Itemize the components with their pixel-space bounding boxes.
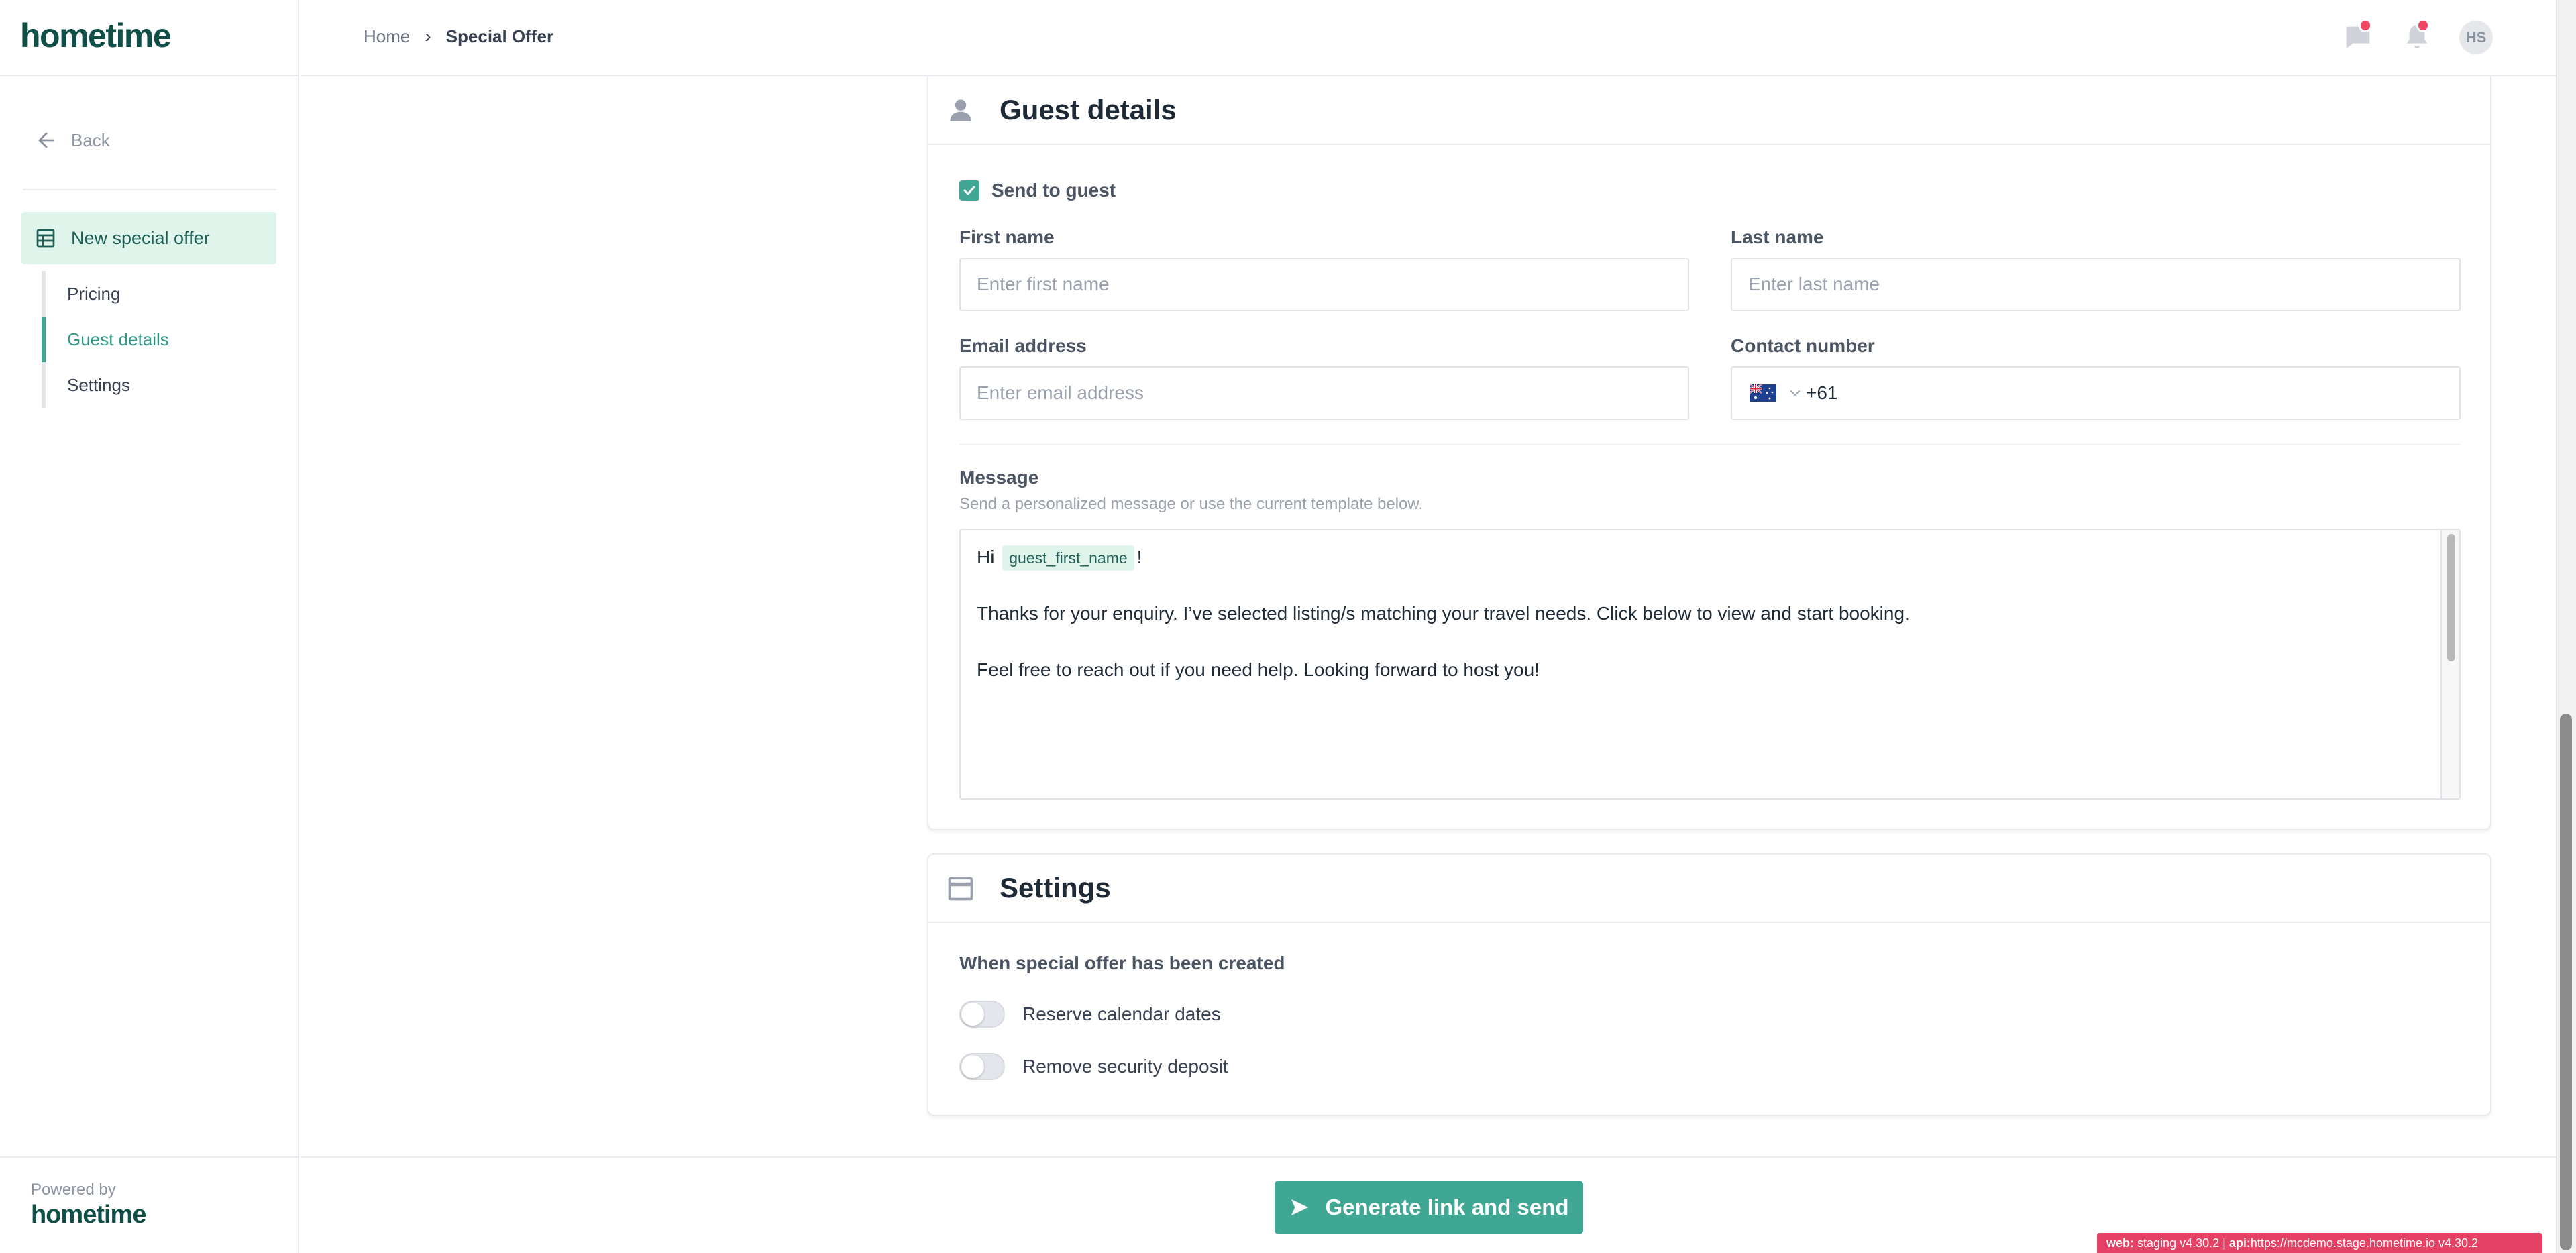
logo[interactable]: hometime [20,16,172,55]
message-help-text: Send a personalized message or use the c… [959,495,1424,513]
australia-flag-icon[interactable] [1750,384,1776,402]
message-scrollbar-thumb[interactable] [2447,534,2455,661]
toggle-switch[interactable] [959,1001,1005,1028]
env-web-value: staging v4.30.2 [2137,1236,2220,1250]
message-editor[interactable]: Hi guest_first_name! Thanks for your enq… [959,529,2461,800]
sidebar-item-guest-details[interactable]: Guest details [42,317,270,362]
message-line: Thanks for your enquiry. I’ve selected l… [977,603,1910,624]
top-bar: Home › Special Offer HS [301,0,2556,76]
send-icon [1291,1199,1309,1215]
phone-input[interactable] [1806,382,2410,404]
table-icon [36,229,55,248]
remove-deposit-toggle[interactable]: Remove security deposit [959,1053,1228,1080]
messages-button[interactable] [2343,19,2373,52]
message-line: Hi guest_first_name! [977,543,2419,571]
last-name-label: Last name [1731,227,1824,248]
message-line: Feel free to reach out if you need help.… [977,659,1540,680]
powered-by-label: Powered by [31,1181,116,1199]
section-title: Settings [1000,872,1111,904]
sidebar-divider [0,1156,299,1158]
powered-by-logo[interactable]: hometime [31,1201,146,1230]
toggle-knob [961,1055,984,1078]
page-scrollbar-thumb[interactable] [2560,714,2572,1250]
back-button[interactable]: Back [35,129,110,152]
first-name-field[interactable] [959,258,1689,311]
email-field[interactable] [959,366,1689,420]
message-scrollbar[interactable] [2440,530,2459,798]
email-label: Email address [959,335,1087,356]
first-name-label: First name [959,227,1055,248]
send-to-guest-label: Send to guest [991,180,1116,201]
breadcrumb-current: Special Offer [445,25,554,46]
chevron-right-icon: › [425,25,431,46]
notification-dot [2359,19,2372,32]
env-web-label: web: [2106,1236,2135,1250]
arrow-left-icon [38,132,54,148]
settings-subtitle: When special offer has been created [959,952,1285,973]
toggle-knob [961,1003,984,1026]
card-header: Guest details [928,76,2490,145]
settings-card: Settings When special offer has been cre… [927,853,2491,1116]
divider [959,444,2461,445]
checkbox-checked[interactable] [959,180,979,201]
greeting-prefix: Hi [977,547,995,567]
contact-number-field [1731,366,2461,420]
template-variable-tag: guest_first_name [1002,545,1134,571]
check-icon [963,186,975,195]
toggle-label: Remove security deposit [1022,1056,1228,1077]
contact-number-label: Contact number [1731,335,1875,356]
sidebar-item-new-special-offer[interactable]: New special offer [21,212,276,264]
last-name-field[interactable] [1731,258,2461,311]
guest-details-card: Guest details Send to guest First name L… [927,75,2491,830]
notifications-button[interactable] [2402,19,2432,52]
breadcrumb: Home › Special Offer [364,25,553,47]
env-api-value: https://mcdemo.stage.hometime.io v4.30.2 [2250,1236,2479,1250]
generate-link-button[interactable]: Generate link and send [1275,1181,1583,1234]
notification-dot [2416,19,2430,32]
toggle-switch[interactable] [959,1053,1005,1080]
env-separator: | [2222,1236,2226,1250]
message-content: Hi guest_first_name! Thanks for your enq… [977,543,2419,684]
generate-link-label: Generate link and send [1325,1195,1569,1219]
card-header: Settings [928,855,2490,923]
sidebar: hometime Back New special offer Pricing … [0,0,299,1253]
env-api-label: api: [2229,1236,2251,1250]
toggle-label: Reserve calendar dates [1022,1003,1221,1024]
back-label: Back [71,129,110,150]
calendar-icon [948,877,973,901]
chevron-down-icon[interactable] [1787,385,1803,401]
sidebar-divider [23,189,276,190]
sidebar-subnav: Pricing Guest details Settings [42,271,270,408]
sidebar-item-pricing[interactable]: Pricing [42,271,270,317]
greeting-suffix: ! [1136,547,1142,567]
reserve-calendar-toggle[interactable]: Reserve calendar dates [959,1001,1221,1028]
user-icon [950,99,971,121]
section-title: Guest details [1000,94,1177,125]
sidebar-item-label: New special offer [71,227,210,248]
message-label: Message [959,467,1039,488]
breadcrumb-home[interactable]: Home [364,26,410,47]
environment-badge: web: staging v4.30.2 | api: https://mcdem… [2097,1233,2542,1253]
sidebar-divider [0,75,299,76]
send-to-guest-checkbox[interactable]: Send to guest [959,180,1116,201]
sidebar-item-settings[interactable]: Settings [42,362,270,408]
avatar[interactable]: HS [2459,21,2493,54]
